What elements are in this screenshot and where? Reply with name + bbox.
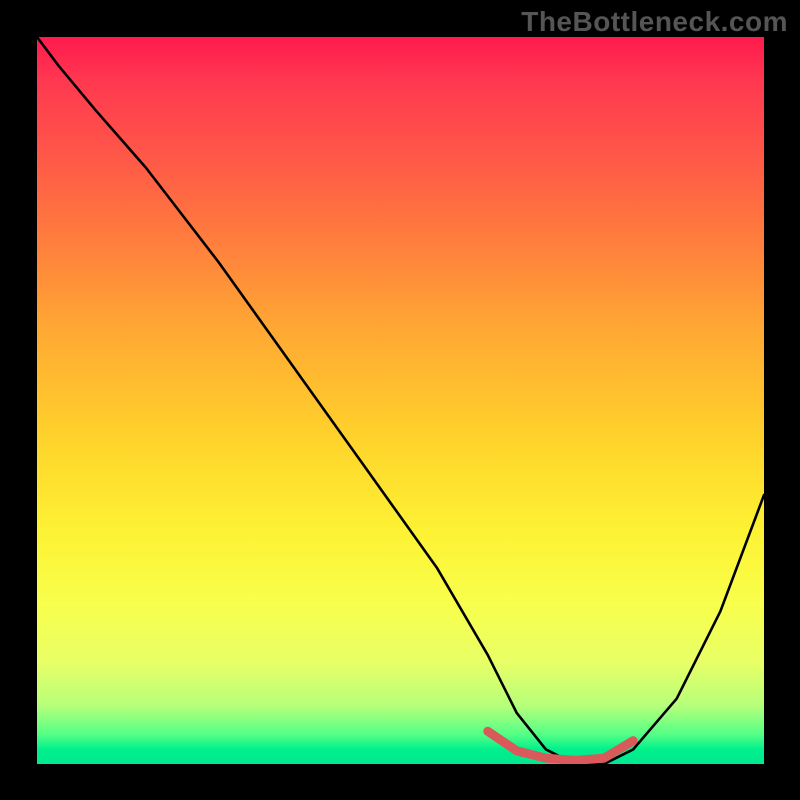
bottleneck-highlight [488, 731, 633, 760]
bottleneck-curve [37, 37, 764, 764]
plot-gradient-area [37, 37, 764, 764]
chart-container: TheBottleneck.com [0, 0, 800, 800]
curve-svg [37, 37, 764, 764]
watermark-text: TheBottleneck.com [521, 6, 788, 38]
